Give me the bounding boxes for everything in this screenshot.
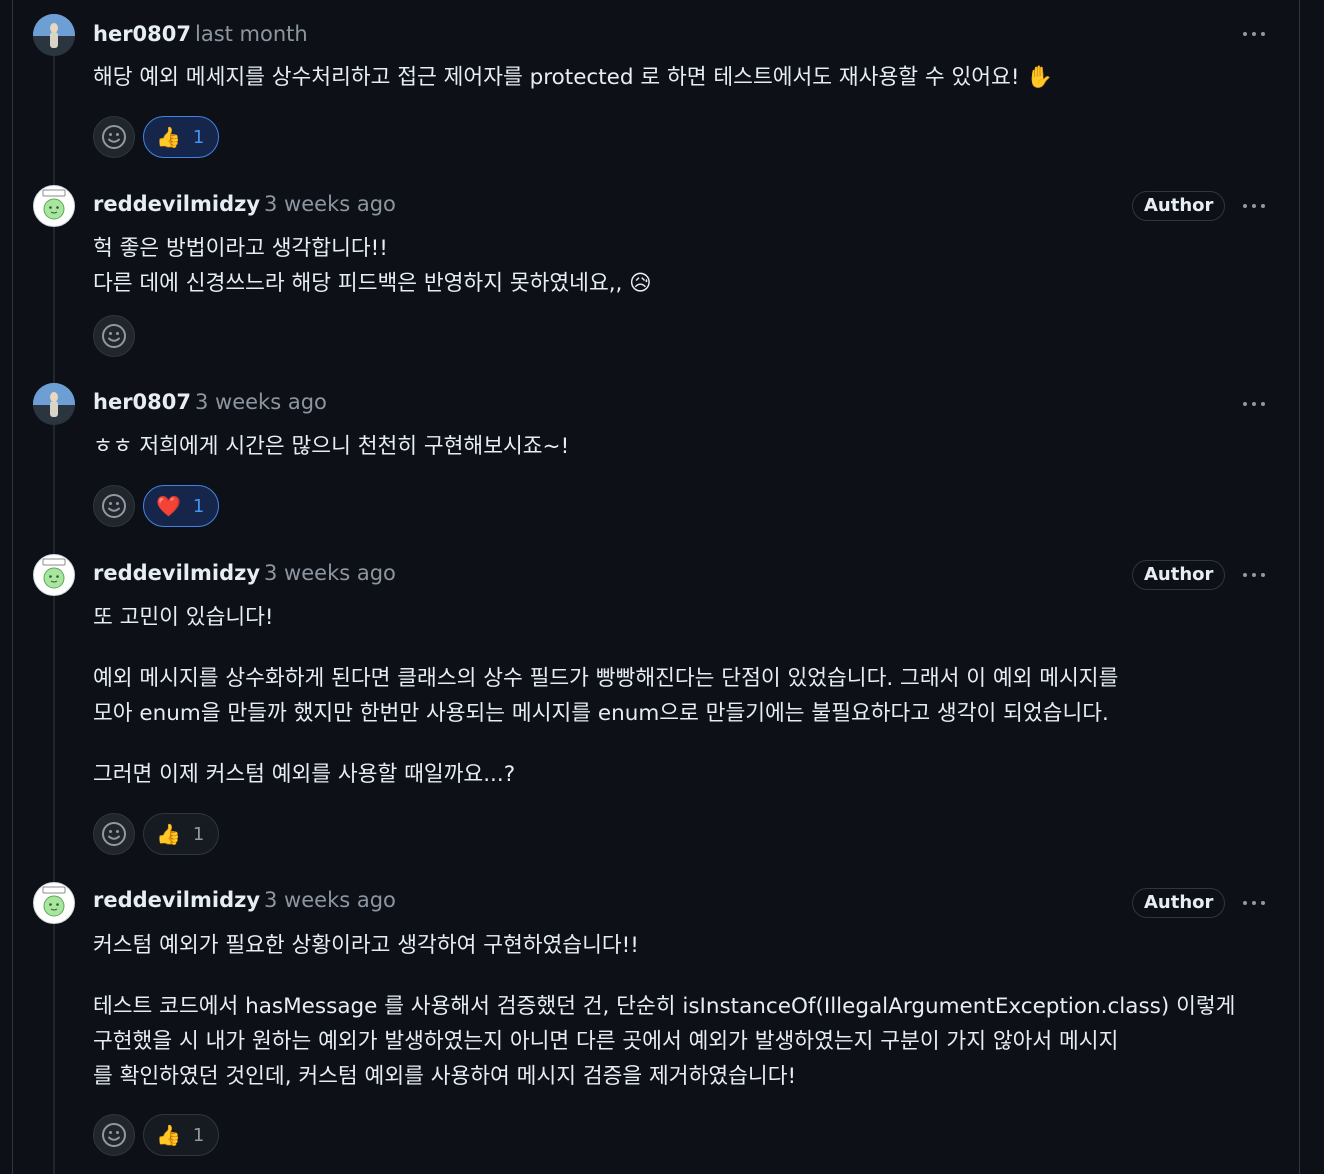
comment-header: reddevilmidzy 3 weeks ago <box>93 559 396 587</box>
smiley-icon[interactable] <box>93 485 135 527</box>
comment-body: 해당 예외 메세지를 상수처리하고 접근 제어자를 protected 로 하면… <box>93 60 1283 95</box>
avatar[interactable] <box>33 14 75 56</box>
timestamp[interactable]: 3 weeks ago <box>264 192 396 216</box>
comment-paragraph: 그러면 이제 커스텀 예외를 사용할 때일까요...? <box>93 762 516 787</box>
comment-paragraph: 모아 enum을 만들까 했지만 한번만 사용되는 메시지를 enum으로 만들… <box>93 701 1109 726</box>
reactions-bar: 👍 1 <box>93 813 220 855</box>
avatar[interactable] <box>33 882 75 924</box>
author-name[interactable]: her0807 <box>93 22 191 46</box>
author-badge: Author <box>1132 888 1226 918</box>
comment-body: 커스텀 예외가 필요한 상황이라고 생각하여 구현하였습니다!! 테스트 코드에… <box>93 928 1283 1094</box>
heart-icon: ❤️ <box>156 494 181 518</box>
reaction-thumbs-up[interactable]: 👍 1 <box>143 813 220 855</box>
comment-paragraph: ㅎㅎ 저희에게 시간은 많으니 천천히 구현해보시죠~! <box>93 434 570 459</box>
reactions-bar <box>93 315 135 357</box>
kebab-horizontal-icon[interactable] <box>1238 392 1270 416</box>
timestamp[interactable]: 3 weeks ago <box>264 561 396 585</box>
reaction-count: 1 <box>192 495 205 517</box>
reactions-bar: 👍 1 <box>93 1114 220 1156</box>
right-border <box>1299 0 1300 1174</box>
smiley-icon[interactable] <box>93 813 135 855</box>
author-badge: Author <box>1132 560 1226 590</box>
left-border <box>12 0 13 1174</box>
thumbs-up-icon: 👍 <box>156 125 181 149</box>
kebab-horizontal-icon[interactable] <box>1238 891 1270 915</box>
kebab-horizontal-icon[interactable] <box>1238 194 1270 218</box>
comment-paragraph: 다른 데에 신경쓰느라 해당 피드백은 반영하지 못하였네요,, 😥 <box>93 271 652 296</box>
comment-header: her0807 3 weeks ago <box>93 388 327 416</box>
smiley-icon[interactable] <box>93 116 135 158</box>
avatar[interactable] <box>33 383 75 425</box>
reactions-bar: 👍 1 <box>93 116 220 158</box>
comment-body: ㅎㅎ 저희에게 시간은 많으니 천천히 구현해보시죠~! <box>93 429 1283 464</box>
reaction-heart[interactable]: ❤️ 1 <box>143 485 220 527</box>
comment-header: her0807 last month <box>93 20 308 48</box>
author-name[interactable]: her0807 <box>93 390 191 414</box>
reactions-bar: ❤️ 1 <box>93 485 220 527</box>
thumbs-up-icon: 👍 <box>156 1123 181 1147</box>
timestamp[interactable]: 3 weeks ago <box>264 888 396 912</box>
comment-paragraph: 예외 메시지를 상수화하게 된다면 클래스의 상수 필드가 빵빵해진다는 단점이… <box>93 666 1119 691</box>
author-name[interactable]: reddevilmidzy <box>93 192 260 216</box>
reaction-thumbs-up[interactable]: 👍 1 <box>143 116 220 158</box>
reaction-count: 1 <box>192 126 205 148</box>
timestamp[interactable]: 3 weeks ago <box>195 390 327 414</box>
thumbs-up-icon: 👍 <box>156 822 181 846</box>
comment-paragraph: 헉 좋은 방법이라고 생각합니다!! <box>93 236 388 261</box>
comment-paragraph: 또 고민이 있습니다! <box>93 605 274 630</box>
comment-paragraph: 를 확인하였던 것인데, 커스텀 예외를 사용하여 메시지 검증을 제거하였습니… <box>93 1064 797 1089</box>
author-badge: Author <box>1132 191 1226 221</box>
avatar[interactable] <box>33 185 75 227</box>
comment-header: reddevilmidzy 3 weeks ago <box>93 886 396 914</box>
reaction-thumbs-up[interactable]: 👍 1 <box>143 1114 220 1156</box>
reaction-count: 1 <box>192 1124 205 1146</box>
author-name[interactable]: reddevilmidzy <box>93 561 260 585</box>
comment-body: 또 고민이 있습니다! 예외 메시지를 상수화하게 된다면 클래스의 상수 필드… <box>93 600 1283 792</box>
comment-paragraph: 구현했을 시 내가 원하는 예외가 발생하였는지 아니면 다른 곳에서 예외가 … <box>93 1029 1119 1054</box>
author-name[interactable]: reddevilmidzy <box>93 888 260 912</box>
comment-paragraph: 테스트 코드에서 hasMessage 를 사용해서 검증했던 건, 단순히 i… <box>93 994 1236 1019</box>
reaction-count: 1 <box>192 823 205 845</box>
comment-header: reddevilmidzy 3 weeks ago <box>93 190 396 218</box>
comment-body: 헉 좋은 방법이라고 생각합니다!! 다른 데에 신경쓰느라 해당 피드백은 반… <box>93 231 1283 301</box>
kebab-horizontal-icon[interactable] <box>1238 22 1270 46</box>
timestamp[interactable]: last month <box>195 22 308 46</box>
avatar[interactable] <box>33 554 75 596</box>
kebab-horizontal-icon[interactable] <box>1238 563 1270 587</box>
comment-paragraph: 해당 예외 메세지를 상수처리하고 접근 제어자를 protected 로 하면… <box>93 65 1054 90</box>
smiley-icon[interactable] <box>93 315 135 357</box>
comment-paragraph: 커스텀 예외가 필요한 상황이라고 생각하여 구현하였습니다!! <box>93 933 639 958</box>
smiley-icon[interactable] <box>93 1114 135 1156</box>
